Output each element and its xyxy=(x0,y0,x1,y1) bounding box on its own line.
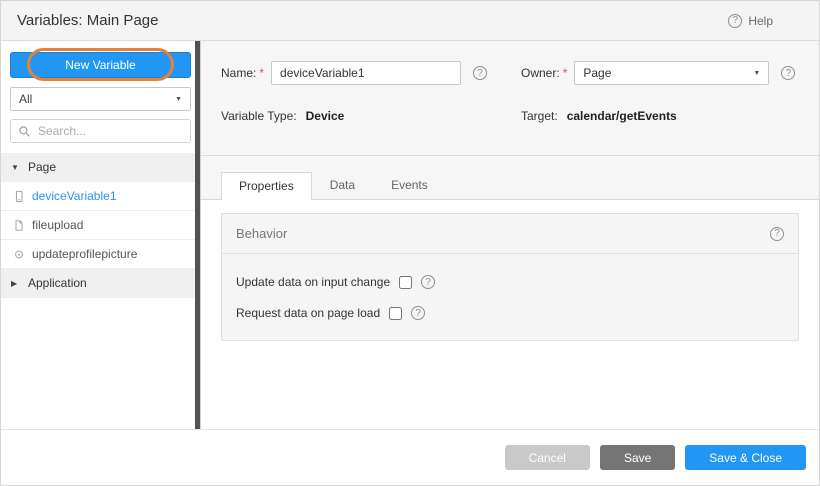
target-group: Target: calendar/getEvents xyxy=(521,109,677,123)
variable-type-group: Variable Type: Device xyxy=(221,109,521,123)
variable-search-box xyxy=(10,119,191,143)
tree-item-devicevariable1[interactable]: deviceVariable1 xyxy=(1,182,200,211)
new-variable-button[interactable]: New Variable xyxy=(10,52,191,78)
owner-select-value: Page xyxy=(583,66,611,80)
name-owner-row: Name: * ? Owner: * Page ▼ ? xyxy=(221,61,799,85)
tab-properties[interactable]: Properties xyxy=(221,172,312,200)
tree-item-label: deviceVariable1 xyxy=(32,189,117,203)
tree-group-page[interactable]: ▼ Page xyxy=(1,153,200,182)
search-icon xyxy=(18,125,31,138)
owner-field-group: Owner: * Page ▼ ? xyxy=(521,61,795,85)
owner-help-icon[interactable]: ? xyxy=(781,66,795,80)
help-button[interactable]: ? Help xyxy=(728,14,773,28)
update-on-input-change-checkbox[interactable] xyxy=(399,276,412,289)
variable-type-label: Variable Type: xyxy=(221,109,297,123)
name-input[interactable] xyxy=(271,61,461,85)
cancel-button[interactable]: Cancel xyxy=(505,445,590,470)
variable-detail-panel: Name: * ? Owner: * Page ▼ ? Varia xyxy=(201,41,819,429)
request-on-page-load-checkbox[interactable] xyxy=(389,307,402,320)
behavior-panel-header: Behavior ? xyxy=(222,214,798,254)
behavior-panel: Behavior ? Update data on input change ?… xyxy=(221,213,799,341)
variables-sidebar: New Variable All ▼ ▼ Page xyxy=(1,41,201,429)
update-on-input-change-row: Update data on input change ? xyxy=(236,275,784,289)
required-marker: * xyxy=(563,66,568,80)
help-icon: ? xyxy=(728,14,742,28)
request-on-page-load-row: Request data on page load ? xyxy=(236,306,784,320)
new-variable-wrap: New Variable xyxy=(10,52,191,78)
fileupload-icon xyxy=(13,219,25,232)
variables-tree: ▼ Page deviceVariable1 xyxy=(1,153,200,298)
save-and-close-button[interactable]: Save & Close xyxy=(685,445,806,470)
tree-item-label: fileupload xyxy=(32,218,83,232)
behavior-title: Behavior xyxy=(236,226,287,241)
header-bar: Variables: Main Page ? Help xyxy=(1,1,819,41)
save-button[interactable]: Save xyxy=(600,445,675,470)
sidebar-scrollbar[interactable] xyxy=(195,41,200,429)
tree-item-updateprofilepicture[interactable]: updateprofilepicture xyxy=(1,240,200,269)
tree-item-fileupload[interactable]: fileupload xyxy=(1,211,200,240)
device-variable-icon xyxy=(13,190,25,203)
behavior-help-icon[interactable]: ? xyxy=(770,227,784,241)
chevron-down-icon: ▼ xyxy=(175,96,182,103)
caret-right-icon: ▶ xyxy=(11,279,21,288)
request-on-page-load-help-icon[interactable]: ? xyxy=(411,306,425,320)
type-target-row: Variable Type: Device Target: calendar/g… xyxy=(221,109,799,123)
update-on-input-change-label: Update data on input change xyxy=(236,275,390,289)
variables-dialog: Variables: Main Page ? Help New Variable… xyxy=(0,0,820,486)
page-title: Variables: Main Page xyxy=(17,12,158,29)
variable-filter-select[interactable]: All ▼ xyxy=(10,87,191,111)
chevron-down-icon: ▼ xyxy=(753,70,760,77)
tab-data[interactable]: Data xyxy=(312,171,373,199)
variable-type-value: Device xyxy=(306,109,345,123)
target-value: calendar/getEvents xyxy=(567,109,677,123)
tree-group-label: Application xyxy=(28,276,87,290)
tab-events[interactable]: Events xyxy=(373,171,446,199)
tree-group-label: Page xyxy=(28,160,56,174)
target-label: Target: xyxy=(521,109,558,123)
request-on-page-load-label: Request data on page load xyxy=(236,306,380,320)
search-input[interactable] xyxy=(36,123,183,139)
detail-tab-bar: Properties Data Events xyxy=(201,156,819,200)
help-label: Help xyxy=(748,14,773,28)
name-label: Name: xyxy=(221,66,256,80)
required-marker: * xyxy=(259,66,264,80)
name-help-icon[interactable]: ? xyxy=(473,66,487,80)
name-field-group: Name: * ? xyxy=(221,61,521,85)
variable-form-section: Name: * ? Owner: * Page ▼ ? Varia xyxy=(201,41,819,156)
caret-down-icon: ▼ xyxy=(11,163,21,172)
tree-group-application[interactable]: ▶ Application xyxy=(1,269,200,298)
variable-filter-value: All xyxy=(19,92,32,106)
footer-action-bar: Cancel Save Save & Close xyxy=(1,429,819,485)
update-on-input-change-help-icon[interactable]: ? xyxy=(421,275,435,289)
properties-tab-content: Behavior ? Update data on input change ?… xyxy=(201,200,819,354)
behavior-panel-body: Update data on input change ? Request da… xyxy=(222,254,798,340)
owner-label: Owner: xyxy=(521,66,560,80)
service-variable-icon xyxy=(13,248,25,261)
owner-select[interactable]: Page ▼ xyxy=(574,61,769,85)
tree-item-label: updateprofilepicture xyxy=(32,247,137,261)
